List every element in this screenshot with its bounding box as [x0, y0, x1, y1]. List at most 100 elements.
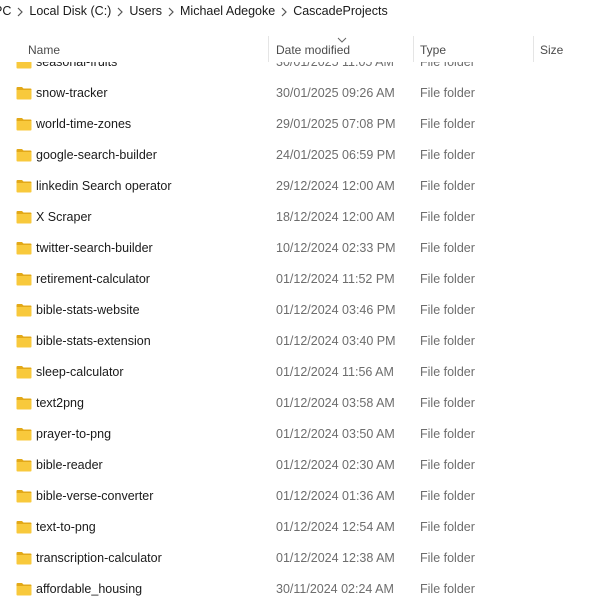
folder-icon: [16, 335, 32, 348]
folder-icon: [16, 211, 32, 224]
file-name: bible-stats-extension: [36, 334, 151, 348]
file-list: seasonal-fruits 30/01/2025 11:05 AM File f…: [0, 47, 601, 616]
file-row[interactable]: bible-verse-converter 01/12/2024 01:36 AM…: [0, 481, 601, 512]
breadcrumb-item-user-folder[interactable]: Michael Adegoke: [180, 4, 275, 18]
file-date-modified: 30/01/2025 09:26 AM: [276, 86, 395, 100]
file-date-modified: 10/12/2024 02:33 PM: [276, 241, 396, 255]
folder-icon: [16, 490, 32, 503]
file-row[interactable]: linkedin Search operator 29/12/2024 12:00…: [0, 171, 601, 202]
file-type: File folder: [420, 551, 475, 565]
file-name: prayer-to-png: [36, 427, 112, 441]
file-name: snow-tracker: [36, 86, 108, 100]
file-date-modified: 01/12/2024 03:50 AM: [276, 427, 395, 441]
file-date-modified: 29/01/2025 07:08 PM: [276, 117, 396, 131]
file-date-modified: 29/12/2024 12:00 AM: [276, 179, 395, 193]
file-row[interactable]: transcription-calculator 01/12/2024 12:38…: [0, 543, 601, 574]
file-name: sleep-calculator: [36, 365, 124, 379]
file-row[interactable]: text2png 01/12/2024 03:58 AM File folder: [0, 388, 601, 419]
file-name: X Scraper: [36, 210, 92, 224]
file-date-modified: 01/12/2024 12:38 AM: [276, 551, 395, 565]
breadcrumb-item-users[interactable]: Users: [129, 4, 162, 18]
file-row[interactable]: X Scraper 18/12/2024 12:00 AM File folder: [0, 202, 601, 233]
file-date-modified: 30/11/2024 02:24 AM: [276, 582, 394, 596]
chevron-down-icon: [337, 37, 347, 43]
file-row[interactable]: bible-reader 01/12/2024 02:30 AM File fold…: [0, 450, 601, 481]
file-type: File folder: [420, 520, 475, 534]
file-name: affordable_housing: [36, 582, 143, 596]
file-type: File folder: [420, 427, 475, 441]
file-date-modified: 01/12/2024 02:30 AM: [276, 458, 395, 472]
file-type: File folder: [420, 86, 475, 100]
file-name: text-to-png: [36, 520, 96, 534]
file-row[interactable]: bible-stats-extension 01/12/2024 03:40 PM…: [0, 326, 601, 357]
file-name: retirement-calculator: [36, 272, 150, 286]
file-type: File folder: [420, 303, 475, 317]
column-header-type[interactable]: Type: [420, 34, 446, 64]
file-row[interactable]: affordable_housing 30/11/2024 02:24 AM Fil…: [0, 574, 601, 605]
chevron-right-icon[interactable]: [275, 4, 293, 18]
file-name: bible-reader: [36, 458, 103, 472]
file-row[interactable]: text-to-png 01/12/2024 12:54 AM File folde…: [0, 512, 601, 543]
folder-icon: [16, 273, 32, 286]
breadcrumb: PC Local Disk (C:) Users Michael Adegoke…: [0, 0, 601, 22]
folder-icon: [16, 552, 32, 565]
column-divider[interactable]: [268, 36, 269, 62]
folder-icon: [16, 304, 32, 317]
folder-icon: [16, 428, 32, 441]
file-row[interactable]: bible-stats-website 01/12/2024 03:46 PM Fi…: [0, 295, 601, 326]
file-date-modified: 18/12/2024 12:00 AM: [276, 210, 395, 224]
file-date-modified: 01/12/2024 11:56 AM: [276, 365, 394, 379]
file-date-modified: 01/12/2024 03:46 PM: [276, 303, 396, 317]
file-name: transcription-calculator: [36, 551, 162, 565]
column-divider[interactable]: [413, 36, 414, 62]
file-type: File folder: [420, 334, 475, 348]
file-date-modified: 01/12/2024 12:54 AM: [276, 520, 395, 534]
file-name: google-search-builder: [36, 148, 157, 162]
folder-icon: [16, 149, 32, 162]
column-header-size[interactable]: Size: [540, 34, 563, 64]
column-divider[interactable]: [533, 36, 534, 62]
file-row[interactable]: prayer-to-png 01/12/2024 03:50 AM File fol…: [0, 419, 601, 450]
folder-icon: [16, 242, 32, 255]
file-name: text2png: [36, 396, 84, 410]
chevron-right-icon[interactable]: [11, 4, 29, 18]
file-type: File folder: [420, 272, 475, 286]
file-name: bible-verse-converter: [36, 489, 154, 503]
file-date-modified: 01/12/2024 03:58 AM: [276, 396, 395, 410]
file-row[interactable]: world-time-zones 29/01/2025 07:08 PM File …: [0, 109, 601, 140]
file-type: File folder: [420, 210, 475, 224]
folder-icon: [16, 459, 32, 472]
chevron-right-icon[interactable]: [111, 4, 129, 18]
file-date-modified: 01/12/2024 01:36 AM: [276, 489, 395, 503]
folder-icon: [16, 397, 32, 410]
file-type: File folder: [420, 179, 475, 193]
column-header-name[interactable]: Name: [28, 34, 60, 64]
file-row[interactable]: retirement-calculator 01/12/2024 11:52 PM…: [0, 264, 601, 295]
file-date-modified: 01/12/2024 03:40 PM: [276, 334, 396, 348]
chevron-right-icon[interactable]: [162, 4, 180, 18]
file-row[interactable]: google-search-builder 24/01/2025 06:59 PM…: [0, 140, 601, 171]
file-name: linkedin Search operator: [36, 179, 172, 193]
file-type: File folder: [420, 241, 475, 255]
file-type: File folder: [420, 117, 475, 131]
column-header-row: Name Date modified Type Size: [0, 34, 601, 64]
file-type: File folder: [420, 582, 475, 596]
file-name: bible-stats-website: [36, 303, 140, 317]
breadcrumb-item-local-disk[interactable]: Local Disk (C:): [29, 4, 111, 18]
file-row[interactable]: sleep-calculator 01/12/2024 11:56 AM File …: [0, 357, 601, 388]
file-explorer-window: PC Local Disk (C:) Users Michael Adegoke…: [0, 0, 601, 616]
breadcrumb-item-pc[interactable]: PC: [0, 4, 11, 18]
file-row[interactable]: snow-tracker 30/01/2025 09:26 AM File fold…: [0, 78, 601, 109]
folder-icon: [16, 366, 32, 379]
breadcrumb-item-current-folder[interactable]: CascadeProjects: [293, 4, 388, 18]
file-date-modified: 24/01/2025 06:59 PM: [276, 148, 396, 162]
file-type: File folder: [420, 396, 475, 410]
folder-icon: [16, 521, 32, 534]
file-row[interactable]: twitter-search-builder 10/12/2024 02:33 P…: [0, 233, 601, 264]
file-type: File folder: [420, 489, 475, 503]
file-date-modified: 01/12/2024 11:52 PM: [276, 272, 395, 286]
file-name: twitter-search-builder: [36, 241, 153, 255]
folder-icon: [16, 583, 32, 596]
folder-icon: [16, 87, 32, 100]
file-name: world-time-zones: [36, 117, 132, 131]
